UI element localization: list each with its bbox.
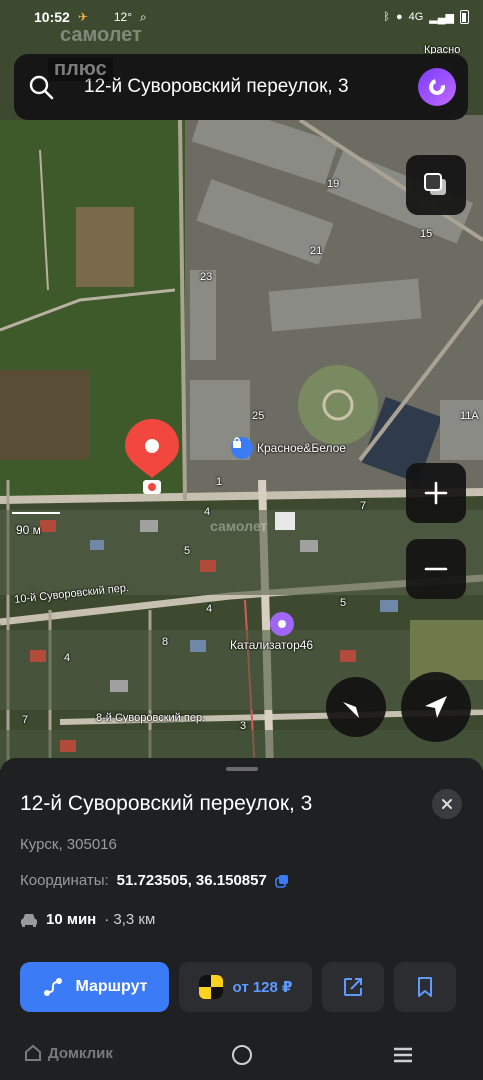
minus-icon bbox=[424, 567, 448, 571]
house-number: 5 bbox=[184, 545, 191, 557]
battery-icon bbox=[460, 10, 469, 24]
home-nav-icon[interactable] bbox=[231, 1044, 253, 1066]
route-info: 10 мин · 3,3 км bbox=[20, 911, 155, 928]
action-buttons: Маршрут от 128 ₽ bbox=[20, 962, 456, 1012]
poi-service-label: Катализатор46 bbox=[230, 638, 314, 652]
watermark-bottom: плюс bbox=[48, 58, 113, 81]
search-query[interactable]: 12-й Суворовский переулок, 3 bbox=[84, 76, 349, 98]
place-title: 12-й Суворовский переулок, 3 bbox=[20, 792, 313, 815]
house-number: 15 bbox=[420, 228, 433, 240]
zoom-out-button[interactable] bbox=[406, 539, 466, 599]
status-time: 10:52 bbox=[34, 9, 70, 25]
sheet-grabber[interactable] bbox=[226, 767, 258, 771]
notification-icon: ✈ bbox=[77, 10, 88, 24]
house-number: 21 bbox=[310, 245, 323, 257]
taxi-button-label: от 128 ₽ bbox=[232, 979, 293, 996]
close-button[interactable] bbox=[432, 789, 462, 819]
route-button[interactable]: Маршрут bbox=[20, 962, 169, 1012]
voice-assistant-button[interactable] bbox=[418, 68, 456, 106]
brand-watermark: Домклик bbox=[24, 1044, 113, 1062]
house-number: 11А bbox=[460, 410, 479, 422]
street-label: 8-й Суворовский пер. bbox=[96, 712, 206, 724]
status-temperature: 12° bbox=[113, 10, 133, 24]
plus-icon bbox=[424, 481, 448, 505]
house-number: 1 bbox=[216, 476, 223, 488]
house-number: 4 bbox=[64, 652, 71, 664]
place-card[interactable]: 12-й Суворовский переулок, 3 Курск, 3050… bbox=[0, 758, 483, 1030]
bookmark-icon bbox=[418, 977, 432, 997]
route-time: 10 мин bbox=[46, 911, 97, 928]
house-number: 8 bbox=[162, 636, 169, 648]
poi-shop[interactable]: Красное&Белое bbox=[231, 437, 346, 459]
house-number: 4 bbox=[204, 506, 211, 518]
bluetooth-icon: ᛒ bbox=[383, 11, 390, 23]
house-number: 7 bbox=[360, 500, 367, 512]
house-number: 5 bbox=[340, 597, 347, 609]
zoom-in-button[interactable] bbox=[406, 463, 466, 523]
house-number: 25 bbox=[252, 410, 265, 422]
house-number: 3 bbox=[240, 720, 247, 732]
brand-label: Домклик bbox=[48, 1044, 113, 1062]
coordinates-label: Координаты: bbox=[20, 872, 109, 889]
close-icon bbox=[442, 799, 452, 809]
coordinates-row: Координаты: 51.723505, 36.150857 bbox=[20, 872, 289, 889]
location-pin-icon bbox=[125, 419, 179, 494]
layers-icon bbox=[424, 173, 446, 195]
signal-icon: ▂▄▆ bbox=[429, 11, 454, 24]
system-nav-bar: Домклик bbox=[0, 1030, 483, 1080]
alice-icon bbox=[426, 76, 448, 98]
map-pin-icon bbox=[270, 612, 294, 636]
network-label: 4G bbox=[408, 11, 424, 23]
house-number: 4 bbox=[206, 603, 213, 615]
route-button-label: Маршрут bbox=[75, 978, 148, 995]
layers-button[interactable] bbox=[406, 155, 466, 215]
share-icon bbox=[344, 978, 362, 996]
route-distance: · 3,3 км bbox=[104, 911, 156, 928]
location-pin[interactable] bbox=[123, 417, 181, 497]
place-address: Курск, 305016 bbox=[20, 836, 117, 853]
share-button[interactable] bbox=[322, 962, 384, 1012]
location-status-icon: ● bbox=[395, 11, 403, 23]
copy-icon[interactable] bbox=[275, 874, 289, 888]
compass-icon bbox=[343, 702, 369, 718]
my-location-button[interactable] bbox=[401, 672, 471, 742]
coordinates-value[interactable]: 51.723505, 36.150857 bbox=[117, 872, 267, 889]
menu-nav-icon[interactable] bbox=[392, 1046, 414, 1064]
house-number: 7 bbox=[22, 714, 29, 726]
poi-shop-label: Красное&Белое bbox=[257, 441, 346, 455]
taxi-button[interactable]: от 128 ₽ bbox=[179, 962, 312, 1012]
scale-bar bbox=[12, 512, 60, 514]
navigation-arrow-icon bbox=[425, 696, 447, 718]
scale-label: 90 м bbox=[16, 523, 41, 537]
compass-button[interactable] bbox=[326, 677, 386, 737]
watermark-top: самолет bbox=[60, 24, 142, 46]
car-icon bbox=[21, 913, 37, 927]
house-number: 23 bbox=[200, 271, 213, 283]
taxi-icon bbox=[198, 975, 223, 999]
route-icon bbox=[44, 978, 63, 996]
house-icon bbox=[25, 1044, 41, 1061]
house-number: 19 bbox=[327, 178, 340, 190]
shopping-bag-icon bbox=[231, 437, 253, 459]
bookmark-button[interactable] bbox=[394, 962, 456, 1012]
map-watermark: самолет bbox=[210, 518, 268, 534]
search-status-icon: ⌕ bbox=[140, 9, 147, 24]
